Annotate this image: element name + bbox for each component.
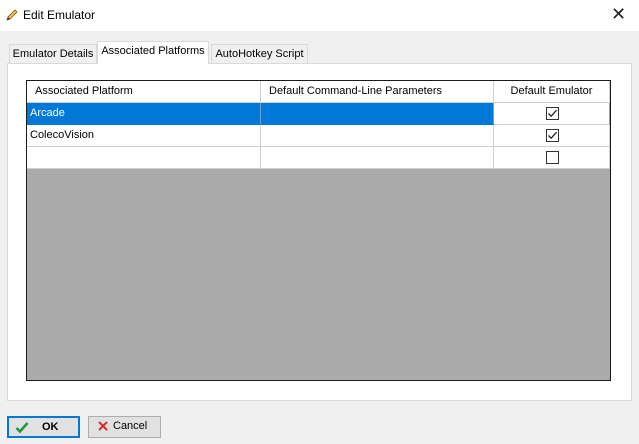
column-header-parameters[interactable]: Default Command-Line Parameters	[261, 81, 494, 103]
title-bar: Edit Emulator ✕	[0, 0, 639, 31]
column-header-platform[interactable]: Associated Platform	[27, 81, 261, 103]
tab-associated-platforms[interactable]: Associated Platforms	[97, 41, 209, 64]
close-button[interactable]: ✕	[593, 0, 639, 31]
default-emulator-checkbox[interactable]	[546, 129, 559, 142]
parameters-cell[interactable]	[261, 147, 494, 169]
platforms-grid[interactable]: Associated Platform Default Command-Line…	[26, 80, 611, 381]
cancel-button[interactable]: Cancel	[88, 416, 161, 438]
default-emulator-checkbox[interactable]	[546, 107, 559, 120]
green-check-icon	[15, 421, 29, 437]
checkmark-icon	[548, 109, 557, 118]
default-emulator-checkbox[interactable]	[546, 151, 559, 164]
table-row[interactable]: ColecoVision	[27, 125, 610, 147]
platform-cell[interactable]: Arcade	[27, 103, 261, 125]
tab-autohotkey-script[interactable]: AutoHotkey Script	[211, 44, 308, 64]
default-emulator-cell	[494, 125, 610, 147]
tab-emulator-details[interactable]: Emulator Details	[9, 44, 97, 64]
default-emulator-cell	[494, 103, 610, 125]
cancel-label: Cancel	[113, 420, 148, 432]
checkmark-icon	[548, 131, 557, 140]
red-x-icon	[97, 420, 109, 435]
grid-header-row: Associated Platform Default Command-Line…	[27, 81, 610, 103]
ok-button[interactable]: OK	[7, 416, 80, 438]
ok-label: OK	[42, 421, 59, 433]
platform-cell[interactable]: ColecoVision	[27, 125, 261, 147]
default-emulator-cell	[494, 147, 610, 169]
platform-cell[interactable]	[27, 147, 261, 169]
window-title: Edit Emulator	[23, 8, 96, 22]
new-row[interactable]	[27, 147, 610, 169]
pencil-icon	[5, 8, 19, 22]
table-row[interactable]: Arcade	[27, 103, 610, 125]
column-header-default-emulator[interactable]: Default Emulator	[494, 81, 610, 103]
close-icon: ✕	[611, 4, 627, 24]
parameters-cell[interactable]	[261, 103, 494, 125]
parameters-cell[interactable]	[261, 125, 494, 147]
